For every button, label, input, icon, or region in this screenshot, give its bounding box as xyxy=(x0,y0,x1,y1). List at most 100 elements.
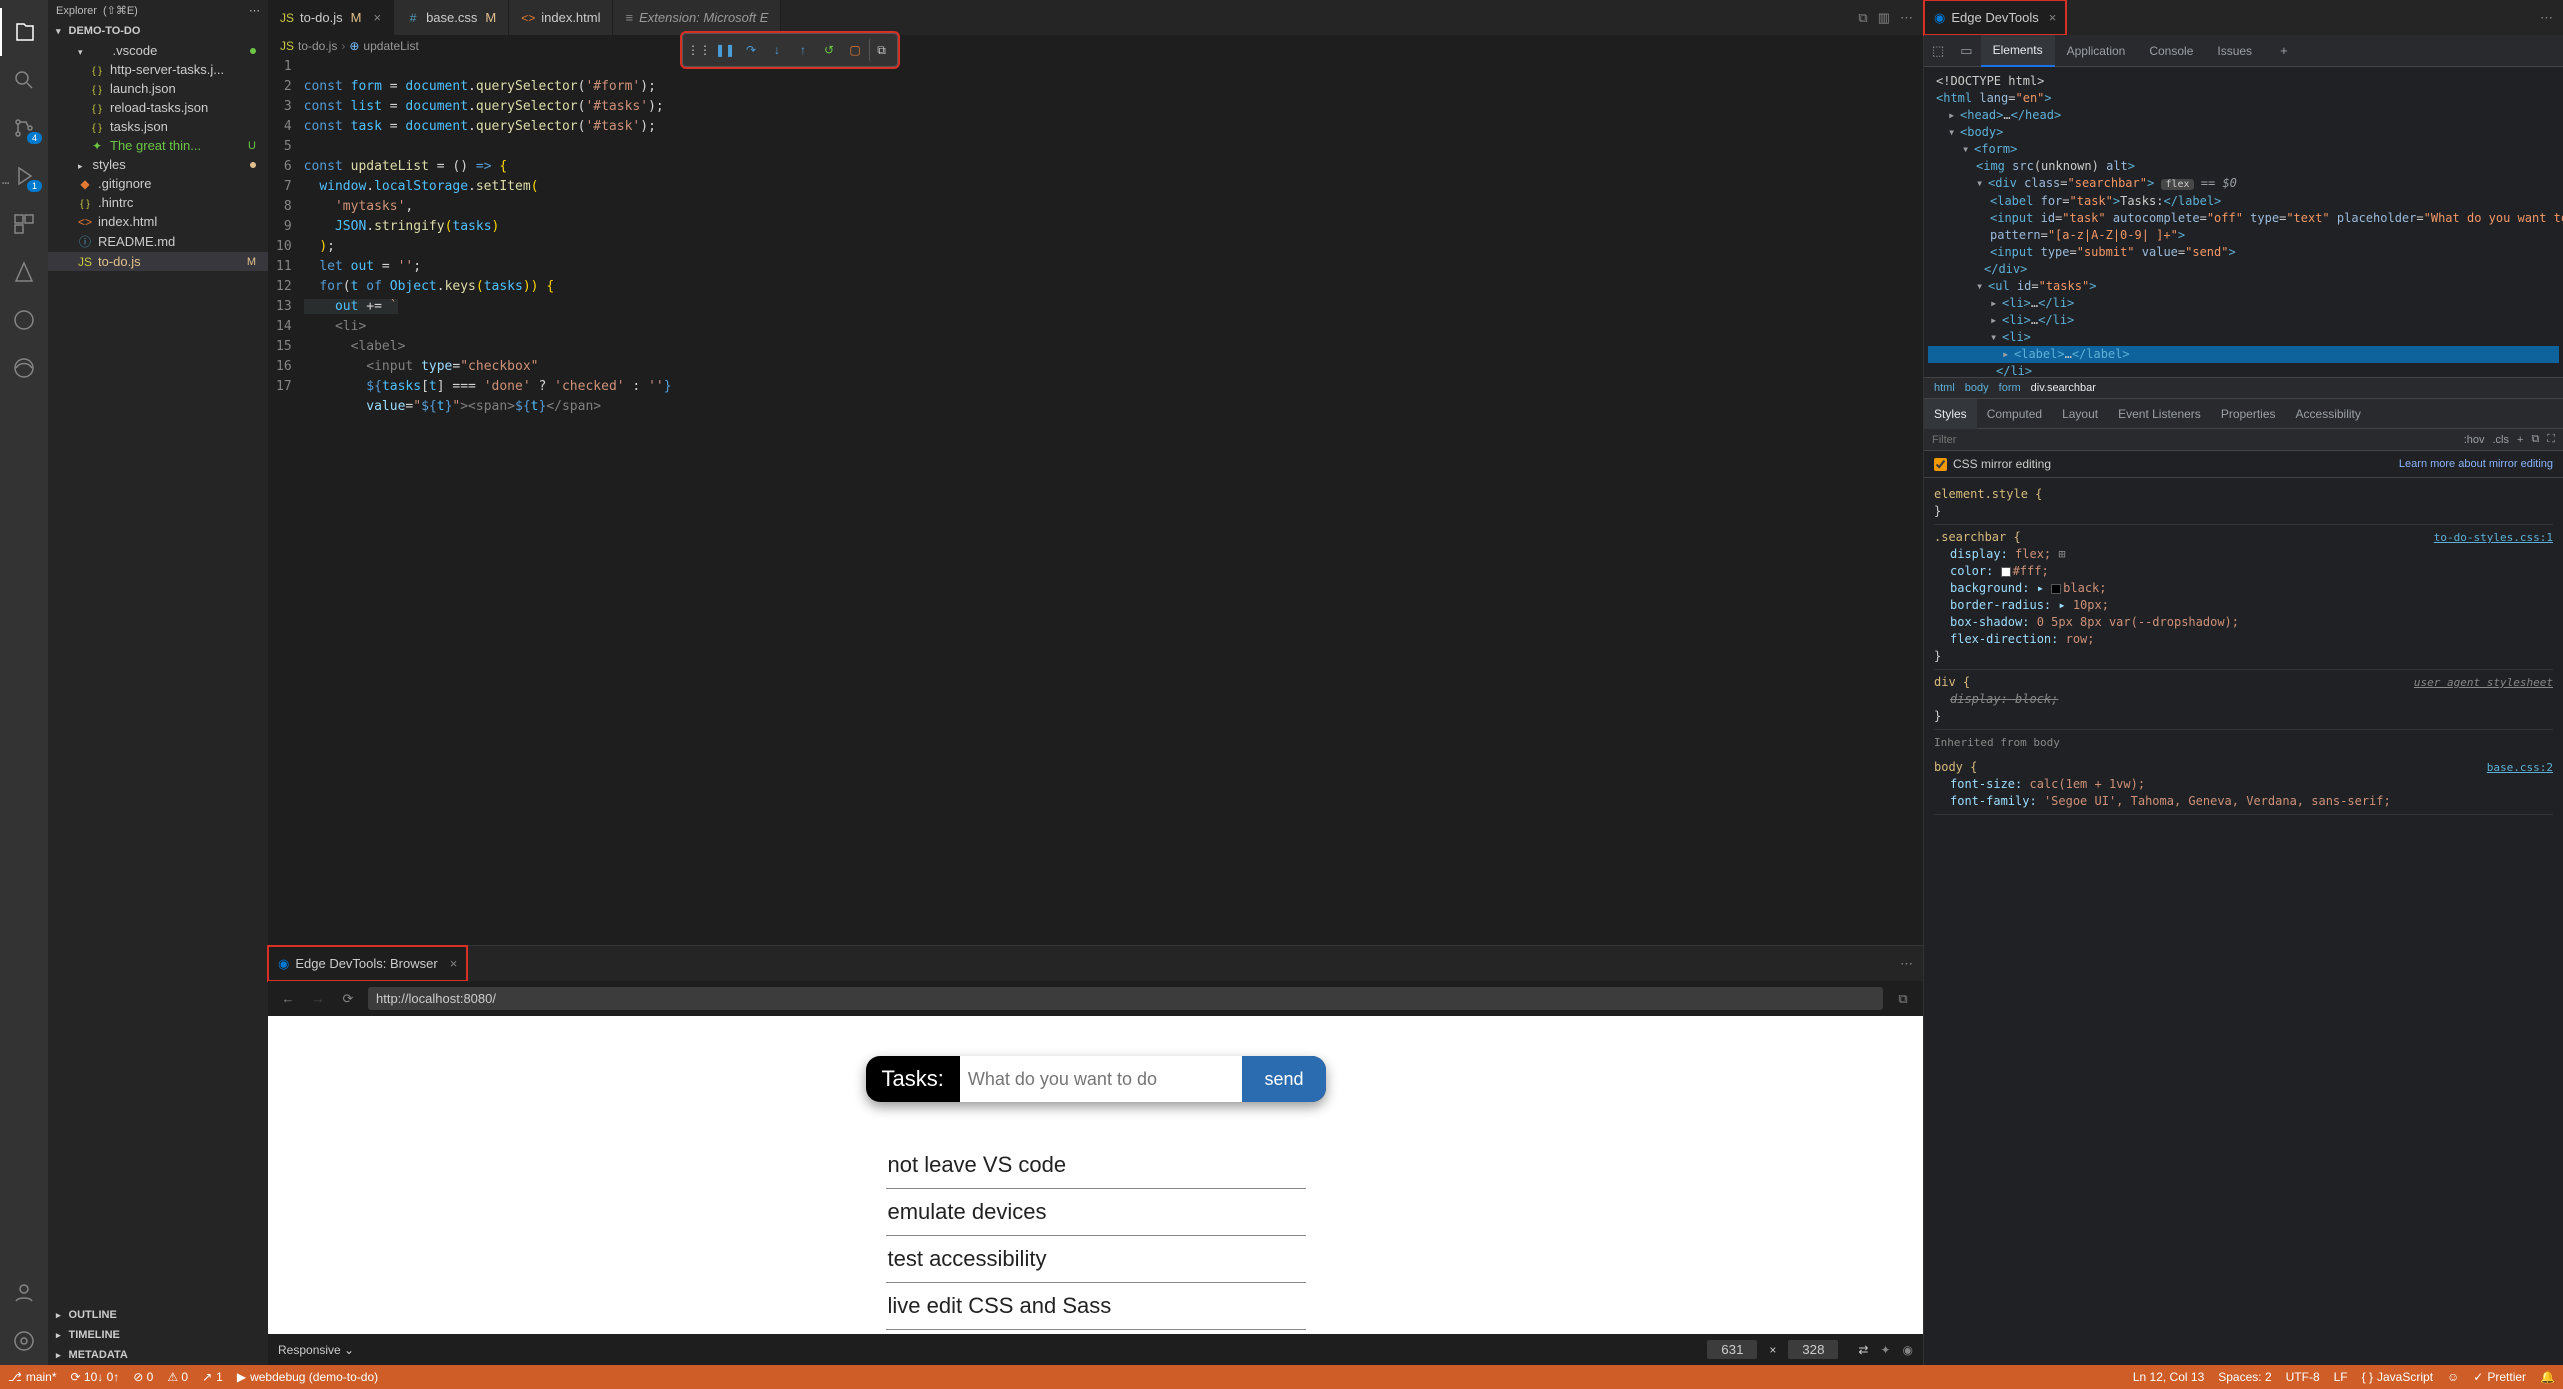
file-item[interactable]: http-server-tasks.j... xyxy=(48,60,268,79)
scm-icon[interactable]: 4 xyxy=(0,104,48,152)
root-folder[interactable]: DEMO-TO-DO xyxy=(48,21,268,41)
responsive-dropdown[interactable]: Responsive ⌄ xyxy=(278,1343,354,1357)
properties-tab[interactable]: Properties xyxy=(2211,399,2286,429)
edge-icon[interactable] xyxy=(0,344,48,392)
tab-basecss[interactable]: #base.cssM xyxy=(394,0,509,35)
device-icon[interactable]: ⧉ xyxy=(2531,433,2539,446)
list-item[interactable]: emulate devices xyxy=(886,1189,1306,1236)
compare-icon[interactable]: ⧉ xyxy=(1858,10,1867,26)
list-item[interactable]: test accessibility xyxy=(886,1236,1306,1283)
file-item[interactable]: tasks.json xyxy=(48,117,268,136)
tool-tab-elements[interactable]: Elements xyxy=(1981,35,2055,67)
more-icon[interactable]: ⋯ xyxy=(1900,10,1913,26)
step-out-icon[interactable]: ↑ xyxy=(791,38,815,62)
encoding-status[interactable]: UTF-8 xyxy=(2286,1370,2320,1384)
file-indexhtml[interactable]: <>index.html xyxy=(48,212,268,231)
sync-status[interactable]: ⟳ 10↓ 0↑ xyxy=(71,1370,120,1384)
wand-icon[interactable]: ✦ xyxy=(1880,1343,1890,1357)
hov-toggle[interactable]: :hov xyxy=(2464,434,2485,446)
url-input[interactable] xyxy=(368,987,1883,1010)
search-activity-icon[interactable] xyxy=(0,56,48,104)
file-gitignore[interactable]: ◆.gitignore xyxy=(48,174,268,193)
add-rule-icon[interactable]: + xyxy=(2517,434,2523,446)
metadata-section[interactable]: METADATA xyxy=(48,1345,268,1365)
step-into-icon[interactable]: ↓ xyxy=(765,38,789,62)
restart-icon[interactable]: ↺ xyxy=(817,38,841,62)
eventlisteners-tab[interactable]: Event Listeners xyxy=(2108,399,2211,429)
mirror-checkbox[interactable] xyxy=(1934,458,1947,471)
devtools-toggle-icon[interactable]: ◉ xyxy=(1903,1343,1913,1357)
azure-icon[interactable] xyxy=(0,248,48,296)
styles-filter-input[interactable] xyxy=(1932,434,2456,446)
code-editor[interactable]: 1234567891011121314151617 const form = d… xyxy=(268,57,1923,945)
stop-icon[interactable]: ▢ xyxy=(843,38,867,62)
close-icon[interactable]: × xyxy=(2049,10,2057,25)
layout-tab[interactable]: Layout xyxy=(2052,399,2108,429)
split-icon[interactable]: ▥ xyxy=(1878,10,1890,26)
reload-icon[interactable]: ⟳ xyxy=(338,991,358,1007)
tab-indexhtml[interactable]: <>index.html xyxy=(509,0,613,35)
explorer-icon[interactable] xyxy=(0,8,48,56)
tool-tab-application[interactable]: Application xyxy=(2055,35,2138,67)
cls-toggle[interactable]: .cls xyxy=(2493,434,2510,446)
height-input[interactable] xyxy=(1788,1340,1838,1359)
file-todojs[interactable]: JSto-do.jsM xyxy=(48,252,268,271)
cursor-pos[interactable]: Ln 12, Col 13 xyxy=(2133,1370,2204,1384)
styles-panel[interactable]: element.style { } to-do-styles.css:1.sea… xyxy=(1924,478,2563,1365)
file-item[interactable]: ✦The great thin...U xyxy=(48,136,268,155)
file-hintrc[interactable]: .hintrc xyxy=(48,193,268,212)
device-icon[interactable]: ▭ xyxy=(1952,43,1980,59)
devtools-tab[interactable]: ◉ Edge DevTools × xyxy=(1924,0,2066,35)
errors-status[interactable]: ⊘ 0 xyxy=(133,1370,153,1384)
tab-extension[interactable]: ≡Extension: Microsoft E xyxy=(613,0,781,35)
browser-tab[interactable]: ◉ Edge DevTools: Browser × xyxy=(268,946,467,981)
lang-status[interactable]: { } JavaScript xyxy=(2362,1370,2433,1384)
browser-viewport[interactable]: Tasks: send not leave VS code emulate de… xyxy=(268,1016,1923,1334)
more-icon[interactable]: ⋯ xyxy=(2530,10,2563,26)
branch-status[interactable]: ⎇ main* xyxy=(8,1370,57,1384)
add-tab-icon[interactable]: + xyxy=(2272,43,2296,58)
send-button[interactable]: send xyxy=(1242,1056,1325,1102)
file-item[interactable]: launch.json xyxy=(48,79,268,98)
drag-handle-icon[interactable]: ⋮⋮ xyxy=(687,38,711,62)
styles-tab[interactable]: Styles xyxy=(1924,399,1977,429)
pause-icon[interactable]: ❚❚ xyxy=(713,38,737,62)
list-item[interactable]: not leave VS code xyxy=(886,1142,1306,1189)
outline-section[interactable]: OUTLINE xyxy=(48,1305,268,1325)
rotate-icon[interactable]: ⇄ xyxy=(1858,1343,1868,1357)
account-icon[interactable] xyxy=(0,1269,48,1317)
folder-vscode[interactable]: .vscode xyxy=(48,41,268,60)
computed-tab[interactable]: Computed xyxy=(1977,399,2052,429)
back-icon[interactable]: ← xyxy=(278,991,298,1006)
tool-tab-console[interactable]: Console xyxy=(2137,35,2205,67)
timeline-section[interactable]: TIMELINE xyxy=(48,1325,268,1345)
debug-status[interactable]: ▶ webdebug (demo-to-do) xyxy=(237,1370,378,1384)
elements-tree[interactable]: <!DOCTYPE html> <html lang="en"> ▸<head>… xyxy=(1924,67,2563,377)
expand-icon[interactable]: ⛶ xyxy=(2547,433,2555,446)
eol-status[interactable]: LF xyxy=(2334,1370,2348,1384)
file-item[interactable]: reload-tasks.json xyxy=(48,98,268,117)
folder-styles[interactable]: styles xyxy=(48,155,268,174)
settings-icon[interactable] xyxy=(0,1317,48,1365)
code-content[interactable]: const form = document.querySelector('#fo… xyxy=(304,57,1923,945)
warnings-status[interactable]: ⚠ 0 xyxy=(167,1370,188,1384)
bell-icon[interactable]: 🔔 xyxy=(2540,1370,2555,1384)
tab-todojs[interactable]: JSto-do.jsM× xyxy=(268,0,394,35)
accessibility-tab[interactable]: Accessibility xyxy=(2286,399,2371,429)
feedback-icon[interactable]: ☺ xyxy=(2447,1370,2459,1384)
mirror-link[interactable]: Learn more about mirror editing xyxy=(2399,458,2553,470)
step-over-icon[interactable]: ↷ xyxy=(739,38,763,62)
close-icon[interactable]: × xyxy=(450,956,458,971)
tool-tab-issues[interactable]: Issues xyxy=(2205,35,2264,67)
list-item[interactable]: live edit CSS and Sass xyxy=(886,1283,1306,1330)
width-input[interactable] xyxy=(1707,1340,1757,1359)
more-icon[interactable]: ⋯ xyxy=(1890,956,1923,972)
file-readme[interactable]: ⓘREADME.md xyxy=(48,231,268,252)
forward-icon[interactable]: → xyxy=(308,991,328,1006)
ports-status[interactable]: ↗ 1 xyxy=(202,1370,223,1384)
close-icon[interactable]: × xyxy=(373,10,381,25)
extensions-icon[interactable] xyxy=(0,200,48,248)
indent-status[interactable]: Spaces: 2 xyxy=(2218,1370,2271,1384)
inspect-icon[interactable]: ⬚ xyxy=(1924,43,1952,59)
screencast-icon[interactable]: ⧉ xyxy=(869,38,893,62)
